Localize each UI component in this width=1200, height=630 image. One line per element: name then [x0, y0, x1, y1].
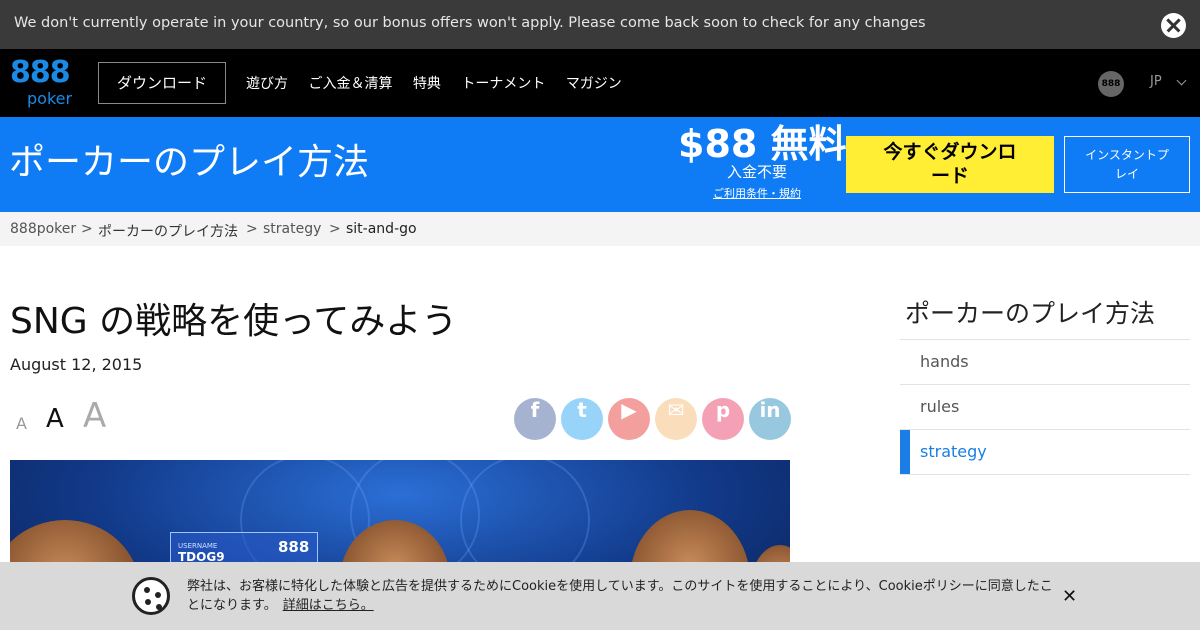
email-icon[interactable]: ✉	[655, 398, 697, 440]
nav-item-tournaments[interactable]: トーナメント	[461, 76, 545, 92]
language-selector[interactable]: JP	[1150, 74, 1162, 89]
article-title: SNG の戦略を使ってみよう	[10, 301, 458, 342]
account-chip-icon[interactable]: 888	[1098, 71, 1124, 97]
instant-line-1: インスタントプ	[1085, 148, 1169, 162]
nav-item-promotions[interactable]: 特典	[413, 76, 441, 92]
font-size-large-button[interactable]: A	[83, 396, 106, 436]
download-now-button[interactable]: 今すぐダウンロ ード	[846, 136, 1054, 193]
cookie-details-link[interactable]: 詳細はこちら。	[283, 598, 374, 613]
nav-item-magazine[interactable]: マガジン	[566, 76, 622, 92]
nav-item-deposit[interactable]: ご入金＆清算	[308, 76, 392, 92]
breadcrumb-separator: >	[329, 221, 341, 237]
article-date: August 12, 2015	[10, 355, 143, 374]
country-notice-bar: We don't currently operate in your count…	[0, 0, 1200, 49]
logo-text: poker	[27, 89, 73, 108]
cta-line-2: ード	[930, 165, 969, 187]
breadcrumb-strategy[interactable]: strategy	[263, 221, 321, 237]
breadcrumb-current: sit-and-go	[346, 221, 417, 237]
close-notice-icon[interactable]	[1161, 13, 1186, 38]
sidebar-item-hands[interactable]: hands	[900, 339, 1190, 384]
sidebar-divider	[900, 474, 1190, 475]
facebook-icon[interactable]: f	[514, 398, 556, 440]
youtube-icon[interactable]: ▶	[608, 398, 650, 440]
offer-amount: $88 無料	[678, 122, 847, 166]
888poker-logo[interactable]: 888 poker	[10, 55, 78, 111]
pinterest-icon[interactable]: p	[702, 398, 744, 440]
nav-menu: 遊び方 ご入金＆清算 特典 トーナメント マガジン	[246, 73, 638, 93]
nav-item-how-to-play[interactable]: 遊び方	[246, 76, 288, 92]
hero-title: ポーカーのプレイ方法	[9, 142, 370, 183]
twitter-icon[interactable]: t	[561, 398, 603, 440]
cookie-banner: 弊社は、お客様に特化した体験と広告を提供するためにCookieを使用しています。…	[0, 562, 1200, 630]
breadcrumb: 888poker > ポーカーのプレイ方法 > strategy > sit-a…	[0, 212, 1200, 246]
sidebar-item-label: rules	[920, 397, 960, 416]
instant-line-2: レイ	[1114, 167, 1139, 181]
sidebar-item-label: hands	[920, 352, 969, 371]
cookie-icon	[132, 577, 170, 615]
font-size-small-button[interactable]: A	[16, 414, 27, 433]
sidebar-title: ポーカーのプレイ方法	[905, 299, 1156, 328]
logo-number: 888	[10, 55, 71, 90]
username-label: USERNAME	[178, 542, 218, 550]
sidebar-item-rules[interactable]: rules	[900, 384, 1190, 429]
download-button[interactable]: ダウンロード	[98, 62, 226, 104]
screen-logo: 888	[278, 538, 310, 556]
notice-message: We don't currently operate in your count…	[14, 15, 926, 31]
font-size-medium-button[interactable]: A	[46, 404, 64, 434]
breadcrumb-separator: >	[246, 221, 258, 237]
breadcrumb-home[interactable]: 888poker	[10, 221, 76, 237]
chevron-down-icon[interactable]	[1176, 75, 1187, 86]
linkedin-icon[interactable]: in	[749, 398, 791, 440]
main-nav: 888 poker ダウンロード 遊び方 ご入金＆清算 特典 トーナメント マガ…	[0, 49, 1200, 117]
instant-play-button[interactable]: インスタントプ レイ	[1064, 136, 1190, 193]
sidebar-item-label: strategy	[920, 442, 987, 461]
breadcrumb-separator: >	[81, 221, 93, 237]
cta-line-1: 今すぐダウンロ	[883, 141, 1017, 163]
close-cookie-icon[interactable]: ✕	[1062, 586, 1077, 607]
sidebar-item-strategy[interactable]: strategy	[900, 429, 1190, 475]
hero-banner: ポーカーのプレイ方法 $88 無料 入金不要 ご利用条件・規約 今すぐダウンロ …	[0, 117, 1200, 212]
breadcrumb-how-to-play[interactable]: ポーカーのプレイ方法	[98, 221, 238, 241]
bonus-offer: $88 無料 入金不要 ご利用条件・規約	[678, 122, 847, 201]
terms-link[interactable]: ご利用条件・規約	[678, 185, 836, 201]
cookie-message: 弊社は、お客様に特化した体験と広告を提供するためにCookieを使用しています。…	[187, 577, 1057, 615]
